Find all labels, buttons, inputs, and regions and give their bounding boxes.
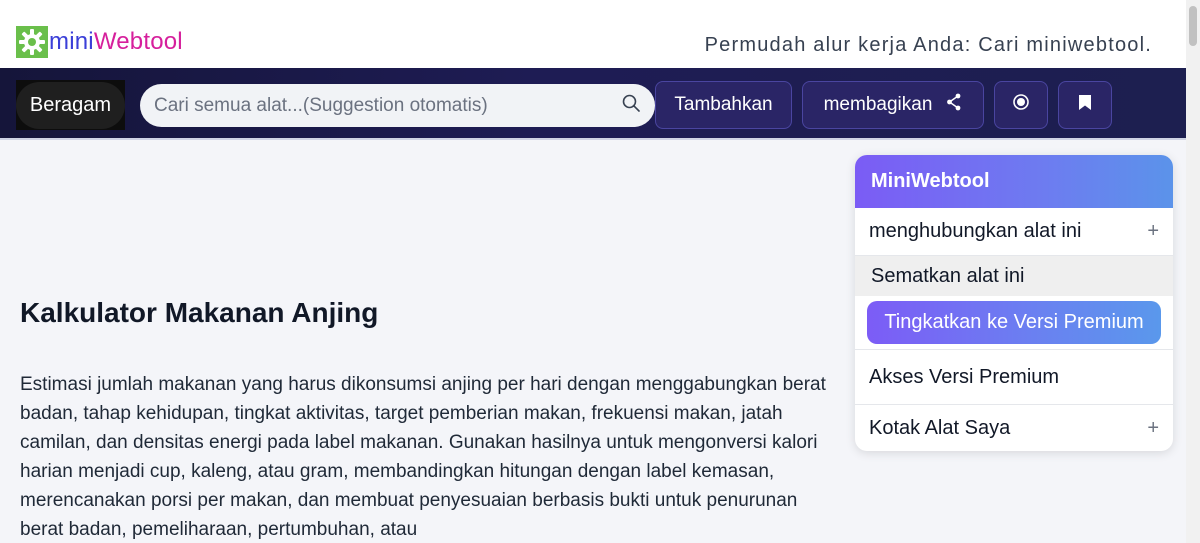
top-header: miniWebtool Permudah alur kerja Anda: Ca…	[0, 0, 1186, 68]
page-title: Kalkulator Makanan Anjing	[20, 297, 379, 328]
share-icon	[946, 93, 962, 117]
gear-icon	[16, 26, 48, 58]
sidebar-card: MiniWebtool menghubungkan alat ini + Sem…	[855, 155, 1173, 451]
sidebar-card-title: MiniWebtool	[855, 155, 1173, 208]
bookmark-button[interactable]	[1058, 81, 1112, 129]
upgrade-premium-row: Tingkatkan ke Versi Premium	[855, 296, 1173, 350]
record-button[interactable]	[994, 81, 1048, 129]
category-button-label: Beragam	[15, 81, 126, 129]
sidebar-item-link-tool[interactable]: menghubungkan alat ini +	[855, 208, 1173, 256]
logo-text-mini: mini	[49, 28, 94, 55]
scrollbar[interactable]	[1186, 0, 1200, 543]
sidebar-item-premium-access[interactable]: Akses Versi Premium	[855, 350, 1173, 405]
add-button[interactable]: Tambahkan	[655, 81, 792, 129]
nav-bar: Beragam Tambahkan membagikan	[0, 68, 1186, 140]
logo-text: miniWebtool	[49, 28, 183, 56]
bookmark-icon	[1078, 94, 1092, 117]
sidebar-item-embed-tool[interactable]: Sematkan alat ini	[855, 256, 1173, 296]
logo-text-web: Webtool	[93, 28, 183, 55]
plus-icon: +	[1147, 220, 1159, 242]
record-icon	[1012, 93, 1030, 117]
logo[interactable]: miniWebtool	[16, 26, 183, 58]
upgrade-premium-label: Tingkatkan ke Versi Premium	[884, 311, 1144, 333]
upgrade-premium-button[interactable]: Tingkatkan ke Versi Premium	[867, 301, 1161, 344]
search-box	[140, 84, 655, 127]
tagline: Permudah alur kerja Anda: Cari miniwebto…	[704, 34, 1152, 56]
sidebar-item-label: Kotak Alat Saya	[869, 417, 1011, 439]
sidebar-item-label: menghubungkan alat ini	[869, 220, 1082, 242]
sidebar-item-label: Akses Versi Premium	[869, 365, 1060, 388]
plus-icon: +	[1147, 417, 1159, 439]
scrollbar-thumb[interactable]	[1189, 6, 1197, 46]
search-input[interactable]	[154, 94, 621, 117]
sidebar-item-my-toolbox[interactable]: Kotak Alat Saya +	[855, 405, 1173, 451]
add-button-label: Tambahkan	[674, 94, 773, 115]
category-button[interactable]: Beragam	[15, 80, 126, 130]
share-button-label: membagikan	[823, 94, 933, 115]
search-icon[interactable]	[621, 93, 641, 118]
page-description: Estimasi jumlah makanan yang harus dikon…	[20, 374, 826, 540]
share-button[interactable]: membagikan	[802, 81, 984, 129]
sidebar-item-label: Sematkan alat ini	[871, 264, 1025, 287]
